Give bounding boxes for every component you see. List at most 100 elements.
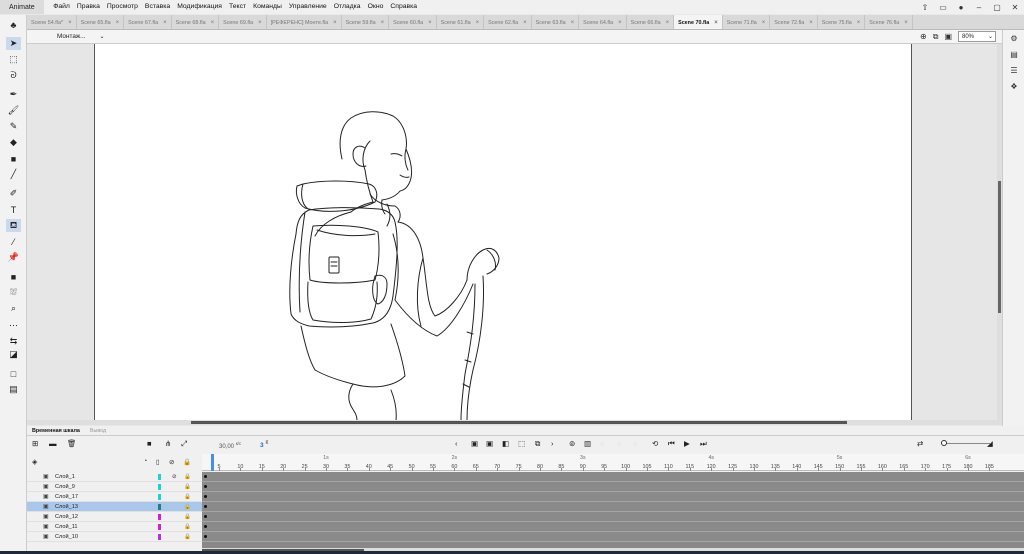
frame-grid[interactable] [202, 472, 1024, 548]
tab-output[interactable]: Вывод [85, 428, 111, 434]
graph-icon[interactable]: ⤢ [181, 439, 187, 449]
lock-icon[interactable]: 🔒 [183, 458, 191, 466]
layer-name[interactable]: Слой_12 [55, 514, 78, 520]
close-tab-icon[interactable]: × [163, 20, 167, 26]
document-tab[interactable]: Scene 72.fla × [770, 15, 818, 29]
document-tab[interactable]: Scene 68.fla × [172, 15, 220, 29]
layer-color-swatch[interactable] [158, 474, 161, 480]
stroke-fill-swatch-icon[interactable]: ◪ [6, 348, 21, 361]
chevron-right-icon[interactable]: › [551, 439, 554, 448]
layer-color-swatch[interactable] [158, 534, 161, 540]
menu-item[interactable]: Окно [364, 0, 387, 14]
close-tab-icon[interactable]: × [68, 20, 72, 26]
close-tab-icon[interactable]: × [258, 20, 262, 26]
menu-item[interactable]: Модификация [174, 0, 226, 14]
paint-brush-tool-icon[interactable]: ✎ [6, 120, 21, 133]
layer-parenting-icon[interactable]: ⋔ [165, 439, 171, 448]
camera-tool-icon[interactable]: ■ [6, 270, 21, 283]
menu-item[interactable]: Файл [50, 0, 74, 14]
clear-keyframe-icon[interactable]: ◧ [502, 439, 509, 448]
close-icon[interactable]: ✕ [1006, 3, 1024, 12]
delete-icon[interactable]: 🗑 [67, 439, 77, 448]
onion-range-icon[interactable]: ◌ [617, 439, 621, 448]
document-tab[interactable]: Scene 70.fla × [674, 15, 723, 29]
layers-stack-icon[interactable]: ◈ [32, 458, 37, 466]
text-tool-icon[interactable]: T [6, 203, 21, 216]
play-icon[interactable]: ● [952, 3, 970, 12]
close-tab-icon[interactable]: × [809, 20, 813, 26]
document-tab[interactable]: Scene 62.fla × [484, 15, 532, 29]
document-tab[interactable]: Scene 67.fla × [124, 15, 172, 29]
keyframe-dot[interactable] [204, 495, 207, 498]
document-tab[interactable]: [РЕФЕРЕНС] Монте.fla × [267, 15, 342, 29]
minimize-icon[interactable]: – [970, 3, 988, 12]
frame-row[interactable] [202, 482, 1024, 492]
close-tab-icon[interactable]: × [714, 20, 718, 26]
maximize-icon[interactable]: ▢ [988, 3, 1006, 12]
layer-color-swatch[interactable] [158, 484, 161, 490]
layer-name[interactable]: Слой_9 [55, 484, 75, 490]
layer-name[interactable]: Слой_17 [55, 494, 78, 500]
lasso-tool-icon[interactable]: ᘐ [6, 69, 21, 82]
document-tab[interactable]: Scene 75.fla × [818, 15, 866, 29]
clip-icon[interactable]: ⧉ [933, 32, 939, 42]
close-tab-icon[interactable]: × [333, 20, 337, 26]
loop-icon[interactable]: ⟲ [652, 439, 658, 448]
layer-name[interactable]: Слой_10 [55, 534, 78, 540]
align-icon[interactable]: ☰ [1008, 66, 1020, 78]
menu-item[interactable]: Текст [225, 0, 249, 14]
camera-icon[interactable]: ■ [147, 439, 152, 448]
layer-row[interactable]: ▣ Слой_9 🔒 [27, 482, 202, 492]
new-folder-icon[interactable]: ▬ [49, 439, 57, 448]
keyframe-dot[interactable] [204, 485, 207, 488]
frame-row[interactable] [202, 502, 1024, 512]
frame-row[interactable] [202, 472, 1024, 482]
new-layer-icon[interactable]: ⊞ [32, 439, 38, 448]
edit-multiple-icon[interactable]: ◌ [600, 439, 604, 448]
paint-bucket-tool-icon[interactable]: ⛾ [6, 219, 21, 232]
workspace-icon[interactable]: ▭ [934, 3, 952, 12]
line-tool-icon[interactable]: ╱ [6, 168, 21, 181]
keyframe-dot[interactable] [204, 475, 207, 478]
properties-icon[interactable]: ⚙ [1008, 34, 1020, 46]
stage-horizontal-scrollbar[interactable] [27, 420, 1002, 425]
rectangle-tool-icon[interactable]: ■ [6, 152, 21, 165]
club-icon[interactable]: ♣ [6, 18, 21, 31]
share-icon[interactable]: ⇧ [916, 3, 934, 12]
keyframe-dot[interactable] [204, 505, 207, 508]
timeline-zoom-slider[interactable] [941, 443, 991, 444]
tween-icon[interactable]: ⬚ [518, 439, 525, 448]
frame-ruler[interactable]: 5 10 15 20 25 30 35 40 45 50 55 60 65 70 75 80 85 90 95 100… [202, 454, 1024, 471]
chevron-left-icon[interactable]: ‹ [455, 439, 458, 448]
close-tab-icon[interactable]: × [523, 20, 527, 26]
dot-icon[interactable]: • [145, 458, 147, 464]
frame-row[interactable] [202, 512, 1024, 522]
close-tab-icon[interactable]: × [211, 20, 215, 26]
zoom-tool-icon[interactable]: ⌕ [6, 302, 21, 315]
playhead[interactable] [211, 454, 214, 471]
eyedropper-tool-icon[interactable]: ⁄ [6, 235, 21, 248]
blank-keyframe-icon[interactable]: ▣ [486, 439, 493, 448]
keyframe-dot[interactable] [204, 515, 207, 518]
menu-item[interactable]: Справка [387, 0, 421, 14]
menu-item[interactable]: Управление [285, 0, 330, 14]
object-drawing-icon[interactable]: □ [6, 367, 21, 380]
layer-name[interactable]: Слой_13 [55, 504, 78, 510]
menu-item[interactable]: Отладка [330, 0, 364, 14]
menu-item[interactable]: Вставка [141, 0, 173, 14]
close-tab-icon[interactable]: × [762, 20, 766, 26]
close-tab-icon[interactable]: × [476, 20, 480, 26]
outline-icon[interactable]: ▯ [156, 458, 160, 466]
eye-hidden-icon[interactable]: ⊘ [169, 458, 174, 466]
pin-tool-icon[interactable]: 📌 [6, 251, 21, 264]
layer-color-swatch[interactable] [158, 494, 161, 500]
close-tab-icon[interactable]: × [857, 20, 861, 26]
lock-icon[interactable]: 🔒 [184, 514, 191, 520]
more-tools-icon[interactable]: ⋯ [6, 319, 21, 332]
library-icon[interactable]: ▤ [1008, 50, 1020, 62]
step-back-icon[interactable]: ⏮ [668, 439, 675, 449]
lock-icon[interactable]: 🔒 [184, 504, 191, 510]
swap-colors-icon[interactable]: ⇆ [6, 335, 21, 348]
app-name[interactable]: Animate [0, 0, 44, 14]
document-tab[interactable]: Scene 59.fla × [342, 15, 390, 29]
